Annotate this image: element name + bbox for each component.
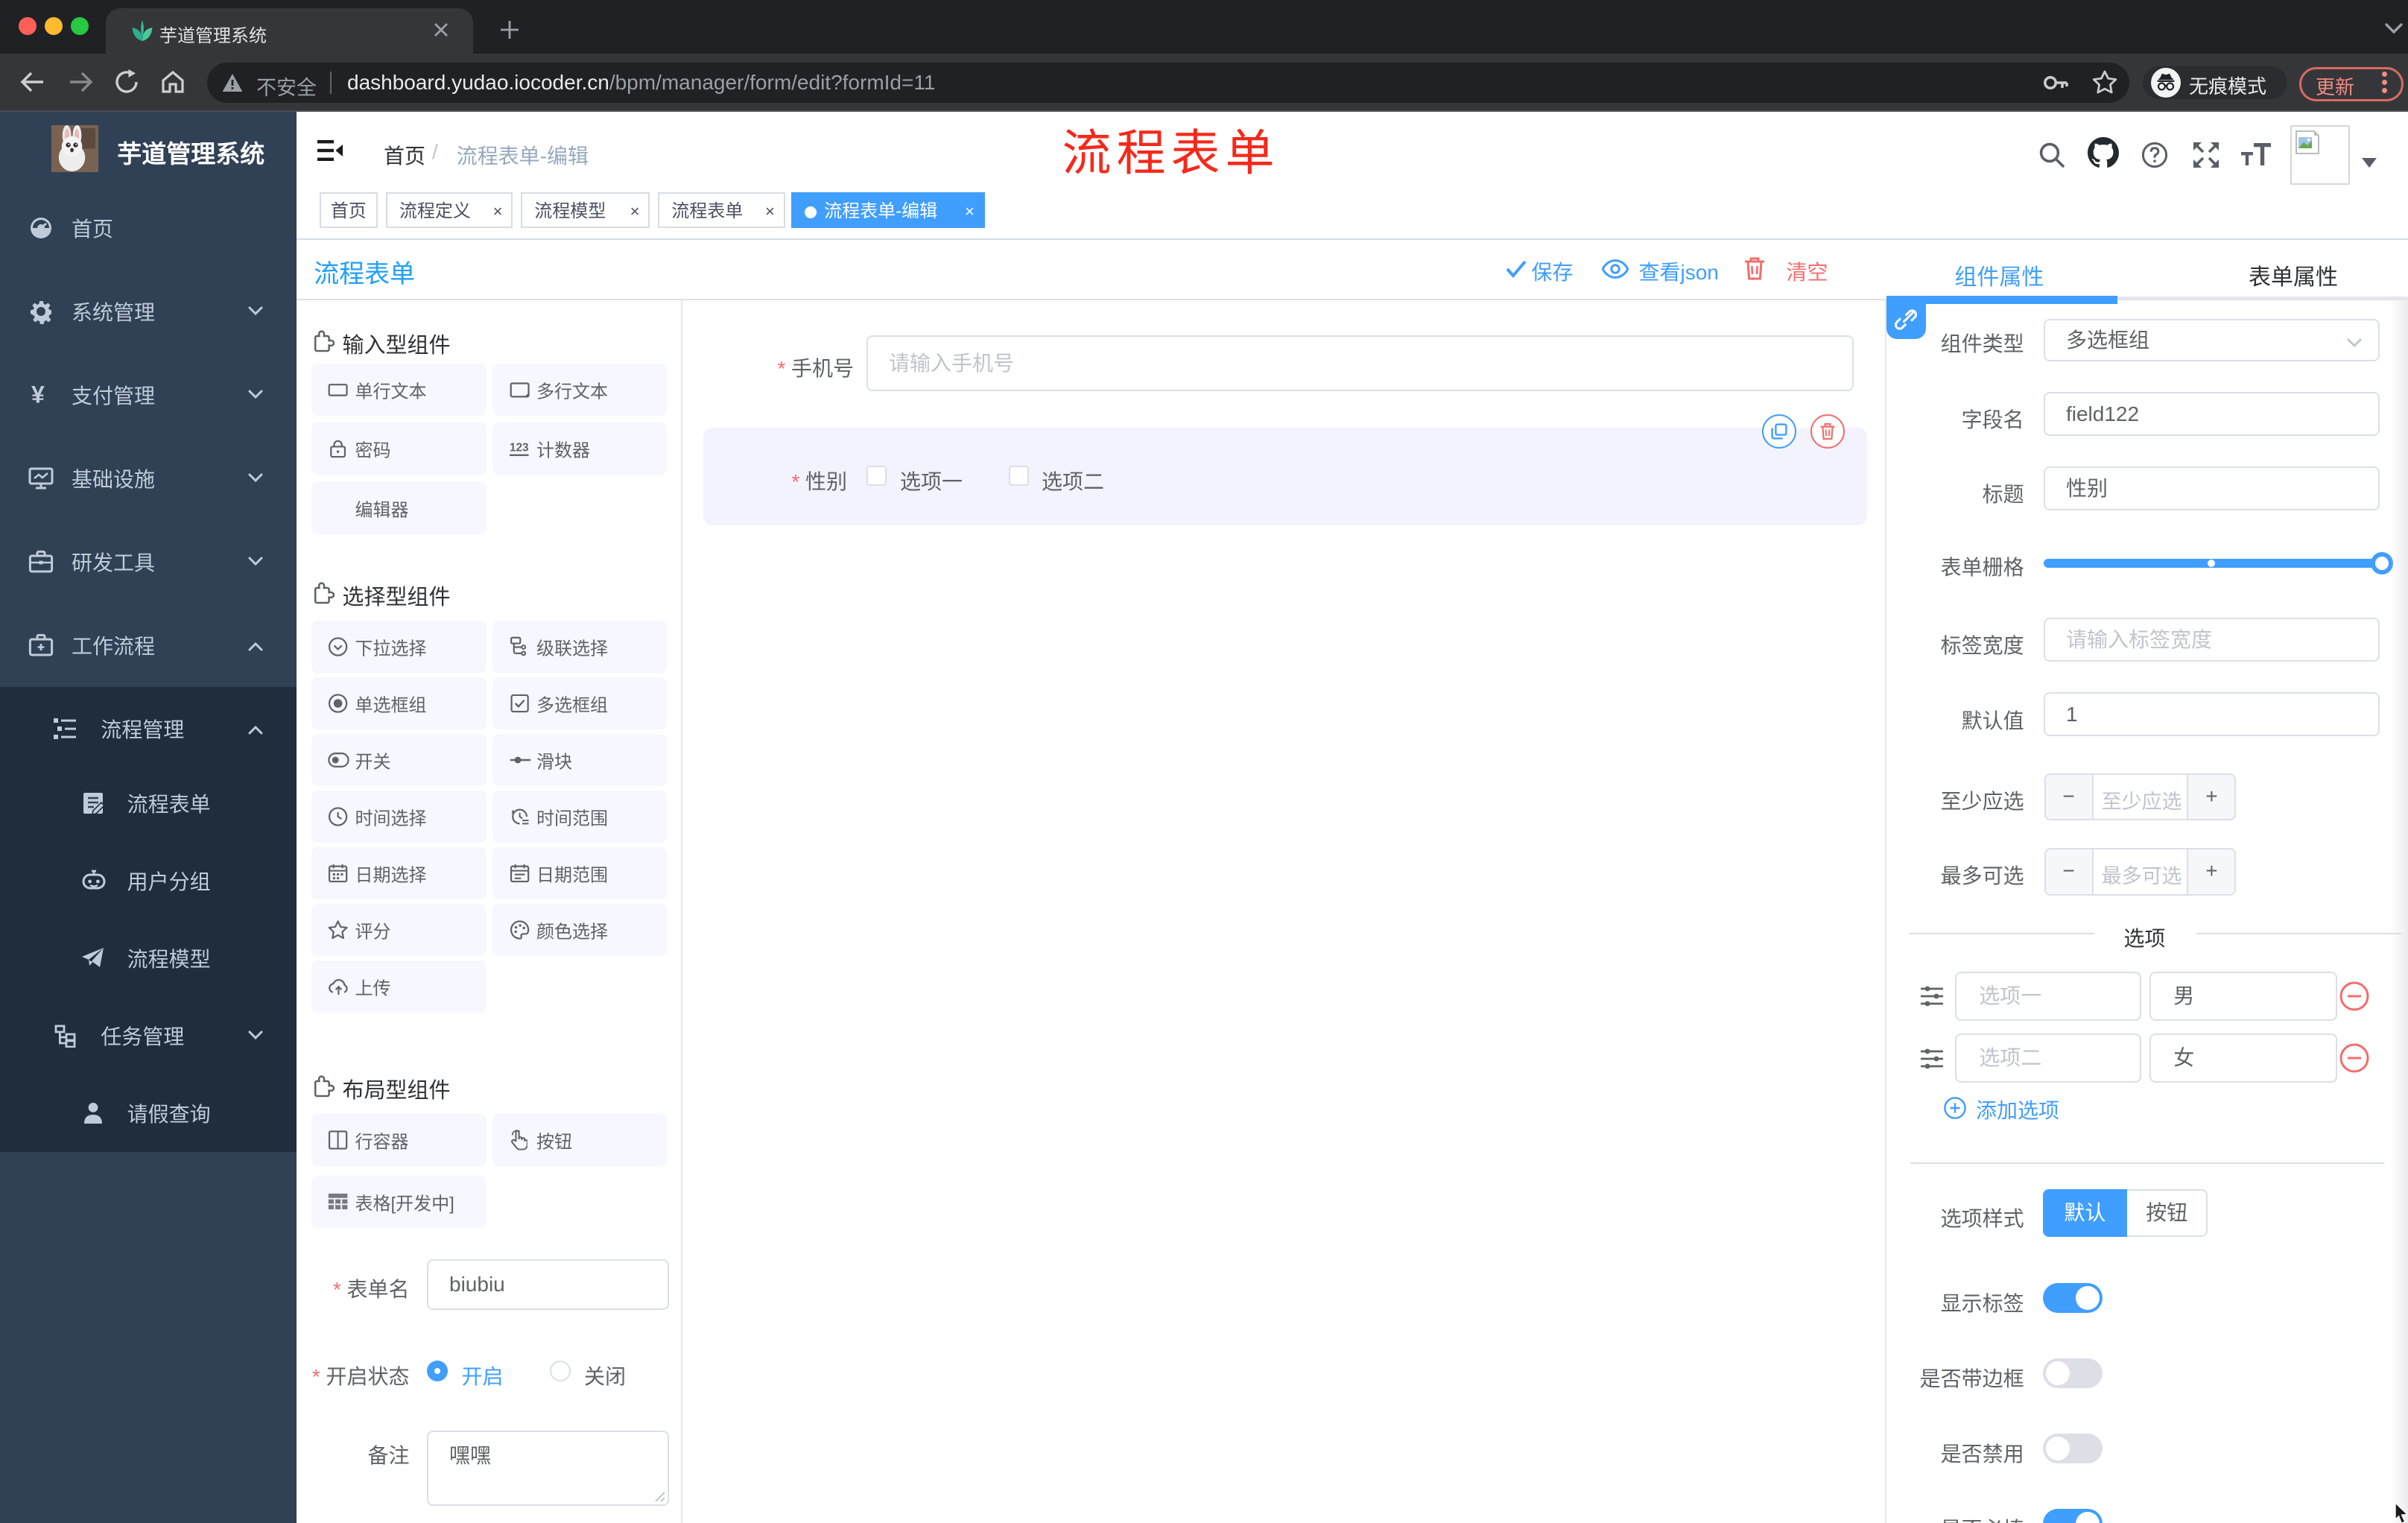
svg-text:123: 123 xyxy=(510,442,529,455)
